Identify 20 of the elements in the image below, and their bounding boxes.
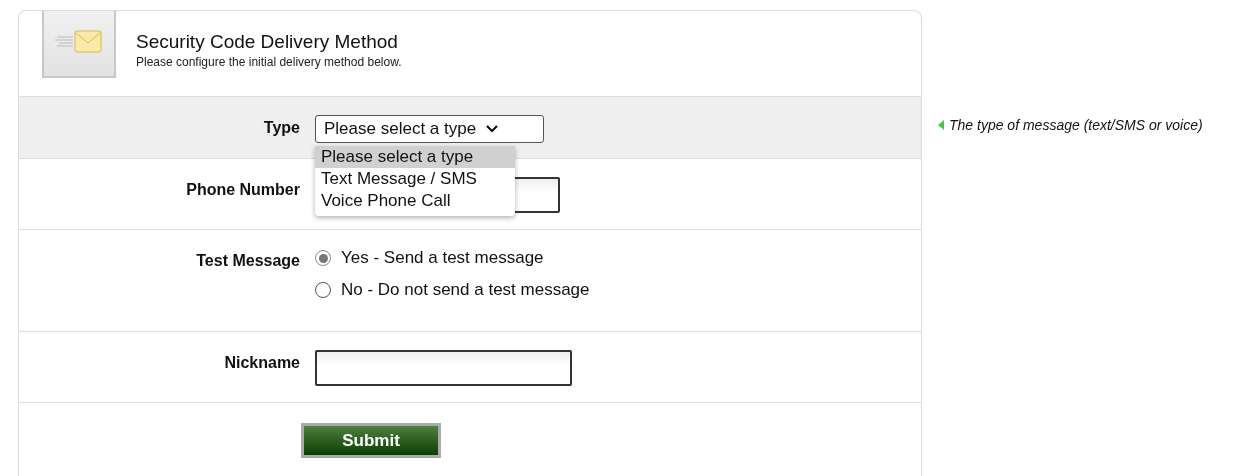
- chevron-down-icon: [486, 125, 499, 133]
- dropdown-option[interactable]: Text Message / SMS: [315, 168, 515, 190]
- field-label: Phone Number: [185, 180, 301, 199]
- form-subtitle: Please configure the initial delivery method below.: [136, 55, 402, 69]
- submit-button[interactable]: Submit: [301, 423, 441, 458]
- field-label: Test Message: [195, 251, 301, 270]
- field-label: Type: [262, 118, 301, 137]
- radio-button[interactable]: [315, 250, 331, 266]
- radio-label: Yes - Send a test message: [341, 248, 544, 268]
- radio-label: No - Do not send a test message: [341, 280, 590, 300]
- form-title: Security Code Delivery Method: [136, 31, 399, 53]
- nickname-field[interactable]: [315, 350, 572, 386]
- type-select[interactable]: Please select a type: [315, 115, 544, 143]
- pointer-icon: [938, 120, 944, 130]
- dropdown-option[interactable]: Voice Phone Call: [315, 190, 515, 212]
- dropdown-option[interactable]: Please select a type: [315, 146, 515, 168]
- field-label: Nickname: [223, 353, 301, 372]
- field-hint: The type of message (text/SMS or voice): [949, 117, 1203, 133]
- radio-button[interactable]: [315, 282, 331, 298]
- envelope-icon: [55, 28, 103, 54]
